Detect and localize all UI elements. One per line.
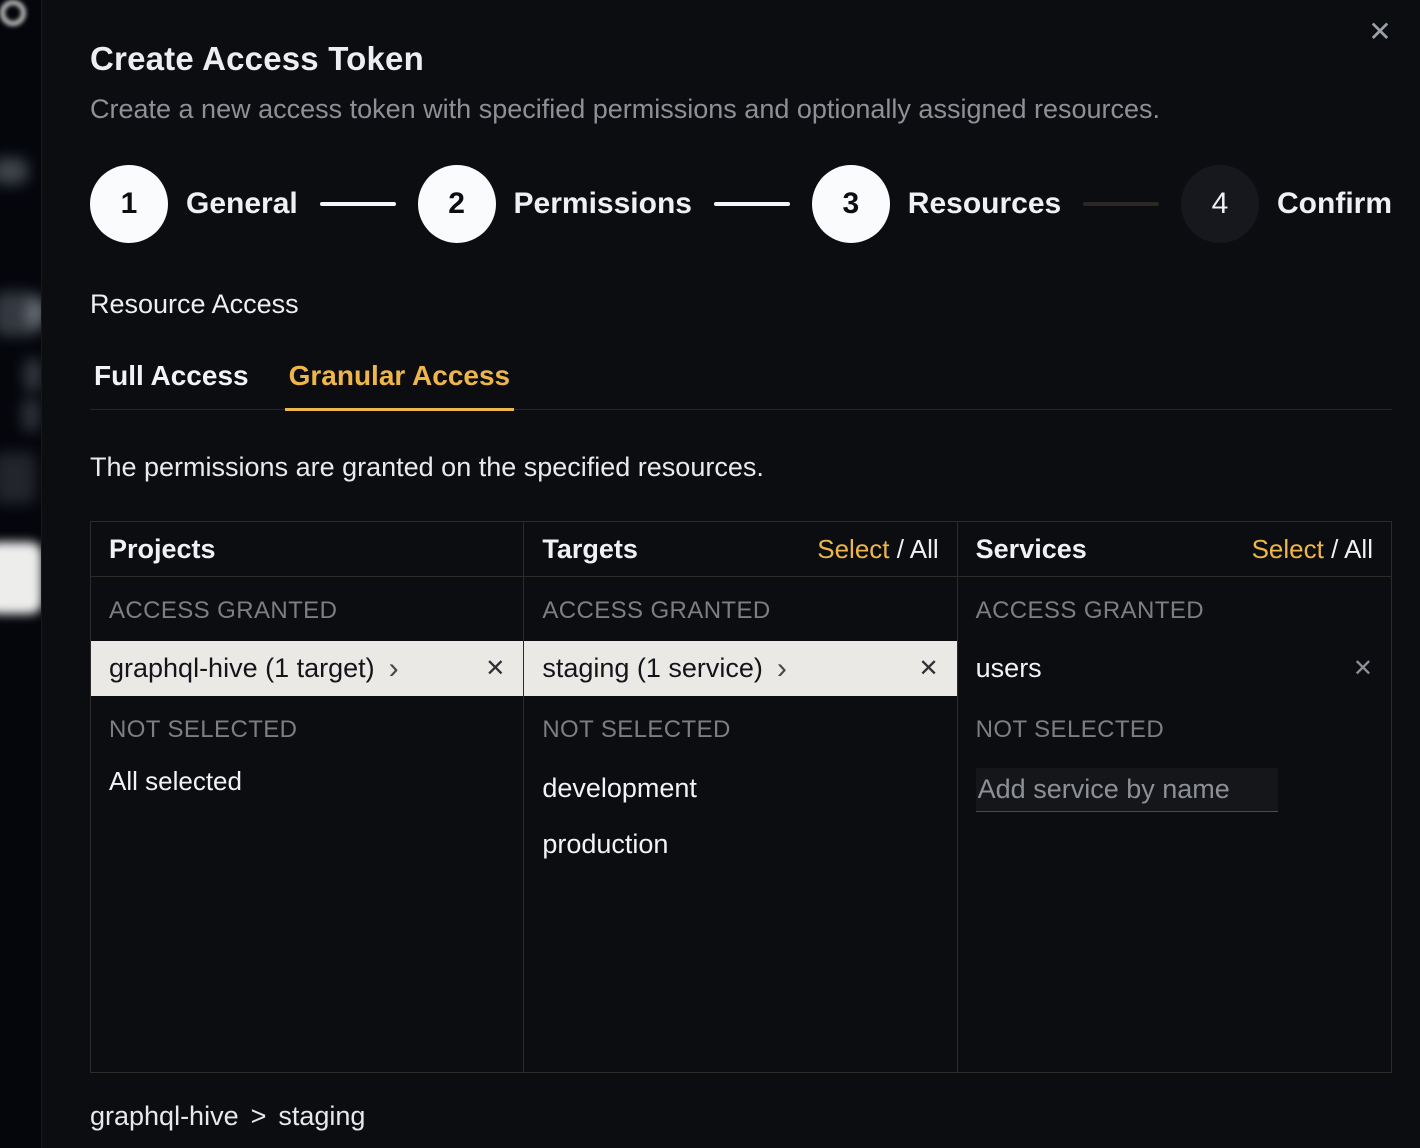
step-confirm[interactable]: 4 Confirm	[1181, 165, 1392, 243]
resource-access-tabs: Full Access Granular Access	[90, 354, 1392, 410]
remove-icon[interactable]: ✕	[485, 657, 505, 681]
granted-target-row[interactable]: staging (1 service) › ✕	[524, 641, 956, 696]
breadcrumb-target: staging	[278, 1101, 365, 1132]
dialog-title: Create Access Token	[90, 40, 1392, 78]
projects-column: Projects ACCESS GRANTED graphql-hive (1 …	[91, 522, 524, 1072]
select-separator: /	[890, 534, 910, 564]
column-title: Services	[976, 534, 1087, 565]
create-access-token-dialog: ✕ Create Access Token Create a new acces…	[42, 0, 1420, 1148]
background-blur-artifact	[0, 452, 36, 504]
step-general[interactable]: 1 General	[90, 165, 298, 243]
step-number-badge: 4	[1181, 165, 1259, 243]
access-granted-label: ACCESS GRANTED	[958, 577, 1391, 641]
granular-access-description: The permissions are granted on the speci…	[90, 452, 1392, 483]
close-icon[interactable]: ✕	[1360, 12, 1400, 52]
target-option-development[interactable]: development	[524, 760, 956, 816]
dialog-subtitle: Create a new access token with specified…	[90, 94, 1392, 125]
not-selected-label: NOT SELECTED	[91, 696, 523, 760]
tab-full-access[interactable]: Full Access	[90, 354, 253, 411]
all-link[interactable]: All	[1344, 534, 1373, 564]
background-blur-artifact	[0, 158, 28, 184]
target-option-production[interactable]: production	[524, 816, 956, 872]
step-label: General	[186, 187, 298, 221]
remove-icon[interactable]: ✕	[919, 657, 939, 681]
step-permissions[interactable]: 2 Permissions	[418, 165, 692, 243]
background-blur-artifact	[0, 542, 42, 614]
services-column: Services Select / All ACCESS GRANTED use…	[958, 522, 1391, 1072]
step-connector	[1083, 202, 1159, 206]
granted-project-row[interactable]: graphql-hive (1 target) › ✕	[91, 641, 523, 696]
step-resources[interactable]: 3 Resources	[812, 165, 1061, 243]
step-number-badge: 2	[418, 165, 496, 243]
resource-selector-table: Projects ACCESS GRANTED graphql-hive (1 …	[90, 521, 1392, 1073]
step-label: Permissions	[514, 187, 692, 221]
breadcrumb-separator-icon: >	[251, 1101, 267, 1132]
resource-access-label: Resource Access	[90, 289, 1392, 320]
projects-column-header: Projects	[91, 522, 523, 577]
step-number-badge: 1	[90, 165, 168, 243]
background-blur-artifact	[22, 398, 40, 432]
select-all-controls: Select / All	[817, 534, 938, 565]
select-link[interactable]: Select	[1252, 534, 1324, 564]
column-title: Projects	[109, 534, 216, 565]
not-selected-label: NOT SELECTED	[958, 696, 1391, 760]
all-link[interactable]: All	[910, 534, 939, 564]
granted-service-row[interactable]: users ✕	[958, 641, 1391, 696]
remove-icon[interactable]: ✕	[1353, 657, 1373, 681]
step-label: Confirm	[1277, 187, 1392, 221]
tab-granular-access[interactable]: Granular Access	[285, 354, 515, 411]
step-connector	[320, 202, 396, 206]
column-title: Targets	[542, 534, 638, 565]
select-link[interactable]: Select	[817, 534, 889, 564]
step-number-badge: 3	[812, 165, 890, 243]
background-blur-artifact	[0, 0, 26, 26]
access-granted-label: ACCESS GRANTED	[524, 577, 956, 641]
services-column-header: Services Select / All	[958, 522, 1391, 577]
step-label: Resources	[908, 187, 1061, 221]
not-selected-label: NOT SELECTED	[524, 696, 956, 760]
targets-column: Targets Select / All ACCESS GRANTED stag…	[524, 522, 957, 1072]
chevron-right-icon: ›	[389, 654, 399, 684]
add-service-input[interactable]	[976, 768, 1278, 812]
breadcrumb-project: graphql-hive	[90, 1101, 239, 1132]
granted-project-name: graphql-hive (1 target)	[109, 653, 375, 684]
targets-column-header: Targets Select / All	[524, 522, 956, 577]
breadcrumb: graphql-hive > staging	[90, 1101, 1392, 1132]
all-selected-note: All selected	[91, 760, 523, 797]
select-separator: /	[1324, 534, 1344, 564]
screen: ✕ Create Access Token Create a new acces…	[0, 0, 1420, 1148]
chevron-right-icon: ›	[777, 654, 787, 684]
stepper: 1 General 2 Permissions 3 Resources 4 Co…	[90, 165, 1392, 243]
select-all-controls: Select / All	[1252, 534, 1373, 565]
step-connector	[714, 202, 790, 206]
granted-target-name: staging (1 service)	[542, 653, 763, 684]
access-granted-label: ACCESS GRANTED	[91, 577, 523, 641]
background-blur-artifact	[24, 358, 42, 392]
granted-service-name: users	[976, 653, 1042, 684]
